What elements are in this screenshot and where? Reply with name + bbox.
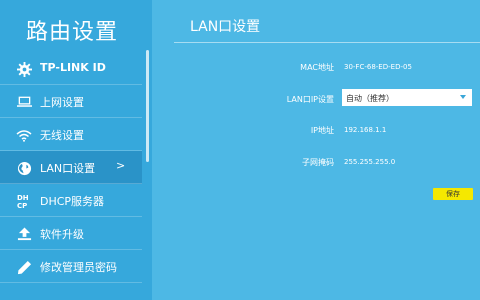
- sidebar-item-wireless[interactable]: 无线设置: [0, 118, 142, 151]
- sidebar-menu: TP-LINK ID 上网设置 无线设置 LAN口设置 > DH CP DHCP…: [0, 52, 142, 283]
- sidebar-item-label: DHCP服务器: [40, 195, 105, 208]
- save-button[interactable]: 保存: [433, 188, 473, 200]
- sidebar-item-label: LAN口设置: [40, 162, 96, 175]
- page-title: LAN口设置: [190, 19, 261, 35]
- ip-address-value: 192.168.1.1: [344, 126, 387, 134]
- title-divider: [174, 42, 480, 43]
- sidebar-title: 路由设置: [26, 20, 119, 45]
- main-panel: LAN口设置 MAC地址 30-FC-68-ED-ED-05 LAN口IP设置 …: [152, 0, 480, 300]
- chevron-down-icon: [460, 95, 466, 99]
- sidebar-item-tplink-id[interactable]: TP-LINK ID: [0, 52, 142, 85]
- chevron-right-icon: >: [116, 159, 126, 172]
- sidebar-item-lan[interactable]: LAN口设置 >: [0, 151, 142, 184]
- pencil-icon: [16, 259, 32, 275]
- svg-text:DH: DH: [17, 194, 29, 202]
- sidebar-item-label: 上网设置: [40, 96, 84, 109]
- sidebar-item-label: 修改管理员密码: [40, 261, 117, 274]
- sidebar-item-dhcp[interactable]: DH CP DHCP服务器: [0, 184, 142, 217]
- sidebar-scrollbar[interactable]: [146, 50, 149, 162]
- mac-address-label: MAC地址: [300, 63, 334, 72]
- lan-ip-mode-select[interactable]: 自动（推荐）: [342, 89, 472, 106]
- upload-icon: [16, 226, 32, 242]
- ip-address-label: IP地址: [310, 126, 334, 135]
- sidebar-item-label: 无线设置: [40, 129, 84, 142]
- sidebar-item-label: 软件升级: [40, 228, 84, 241]
- sidebar-item-label: TP-LINK ID: [40, 61, 106, 74]
- svg-text:CP: CP: [17, 202, 27, 209]
- dhcp-icon: DH CP: [16, 193, 32, 209]
- mac-address-value: 30-FC-68-ED-ED-05: [344, 63, 412, 71]
- sidebar-item-admin-password[interactable]: 修改管理员密码: [0, 250, 142, 283]
- globe-icon: [16, 160, 32, 176]
- gear-icon: [16, 61, 32, 77]
- subnet-mask-value: 255.255.255.0: [344, 158, 396, 166]
- sidebar: 路由设置 TP-LINK ID 上网设置 无线设置 LAN口设置 > DH CP…: [0, 0, 152, 300]
- laptop-icon: [16, 94, 32, 110]
- lan-ip-mode-label: LAN口IP设置: [286, 95, 334, 104]
- subnet-mask-label: 子网掩码: [302, 158, 334, 167]
- sidebar-item-upgrade[interactable]: 软件升级: [0, 217, 142, 250]
- lan-ip-mode-value: 自动（推荐）: [346, 94, 394, 103]
- wifi-icon: [16, 127, 32, 143]
- sidebar-item-internet[interactable]: 上网设置: [0, 85, 142, 118]
